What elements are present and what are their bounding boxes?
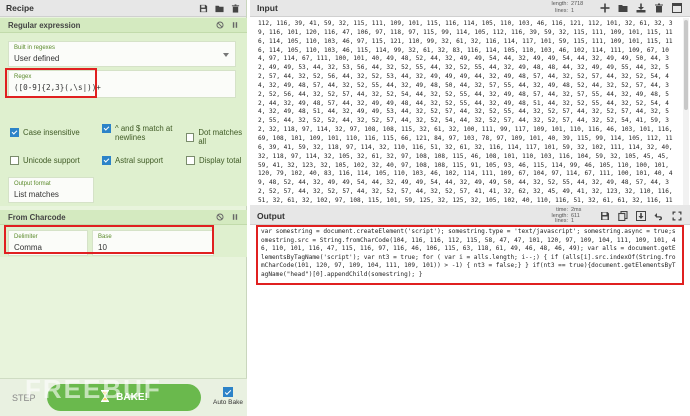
input-textarea[interactable]: 112, 116, 39, 41, 59, 32, 115, 111, 109,… (250, 18, 682, 212)
charcode-op-title: From Charcode (8, 212, 66, 222)
checkbox-checked-icon (223, 387, 233, 397)
builtin-regex-value: User defined (14, 54, 60, 63)
auto-bake-checkbox[interactable]: Auto Bake (213, 387, 243, 406)
fullscreen-icon[interactable] (672, 211, 682, 221)
checkbox-unchecked-icon (10, 156, 19, 165)
charcode-op-header: From Charcode (0, 210, 247, 225)
folder-icon[interactable] (215, 4, 224, 13)
chevron-down-icon (223, 53, 229, 57)
regex-input[interactable]: Regex ([0-9]{2,3}(,\s|))+ (8, 70, 236, 98)
undo-icon[interactable] (654, 211, 664, 221)
input-length-label: length: (551, 1, 568, 7)
dot-matches-all-label: Dot matches all (198, 128, 243, 146)
open-folder-icon[interactable] (618, 3, 628, 13)
input-header: Input length: 2718 lines: 1 (250, 0, 690, 17)
unicode-support-label: Unicode support (23, 156, 80, 165)
astral-support-checkbox[interactable]: Astral support (102, 156, 163, 165)
base-input[interactable]: Base 10 (92, 230, 214, 256)
layout-icon[interactable] (672, 3, 682, 13)
input-lines-label: lines: (555, 7, 568, 14)
regex-value: ([0-9]{2,3}(,\s|))+ (14, 83, 101, 92)
recipe-header: Recipe (0, 0, 246, 17)
regex-op-title: Regular expression (8, 20, 81, 30)
pause-icon[interactable] (231, 213, 239, 221)
display-total-label: Display total (199, 156, 242, 165)
scrollbar-thumb[interactable] (684, 20, 688, 110)
checkbox-unchecked-icon (186, 156, 195, 165)
output-title: Output (257, 211, 285, 221)
trash-icon[interactable] (231, 3, 240, 13)
output-format-value: List matches (14, 190, 59, 199)
regex-op-header: Regular expression (0, 18, 247, 33)
multiline-checkbox[interactable]: ^ and $ match at newlines (102, 124, 185, 142)
builtin-regex-select[interactable]: Built in regexes User defined (8, 41, 236, 67)
bake-label: BAKE! (116, 392, 148, 403)
regex-operation: Regular expression Built in regexes User… (0, 18, 247, 206)
multiline-label: ^ and $ match at newlines (115, 124, 173, 142)
auto-bake-label: Auto Bake (213, 399, 243, 406)
disable-icon[interactable] (216, 21, 224, 29)
input-title: Input (257, 3, 278, 13)
checkbox-checked-icon (102, 156, 111, 165)
trash-icon[interactable] (654, 3, 664, 13)
step-button[interactable]: STEP (12, 393, 36, 403)
hourglass-icon (100, 390, 110, 405)
recipe-title: Recipe (6, 3, 34, 13)
import-icon[interactable] (636, 3, 646, 13)
output-header: Output time: 2ms length: 611 lines: 1 (250, 207, 690, 225)
checkbox-unchecked-icon (186, 132, 195, 142)
from-charcode-operation: From Charcode Delimiter Comma Base 10 (0, 210, 247, 257)
delimiter-label: Delimiter (14, 234, 38, 240)
recipe-panel: Recipe Regular expression Built in regex… (0, 0, 247, 416)
output-format-label: Output format (14, 181, 51, 187)
save-icon[interactable] (600, 211, 610, 221)
checkbox-checked-icon (10, 128, 19, 137)
builtin-regex-label: Built in regexes (14, 45, 56, 51)
input-stats: length: 2718 lines: 1 (551, 1, 590, 14)
bake-bar: STEP BAKE! Auto Bake (0, 378, 247, 416)
astral-support-label: Astral support (115, 156, 164, 165)
case-insensitive-label: Case insensitive (23, 128, 80, 137)
disable-icon[interactable] (216, 213, 224, 221)
delimiter-value: Comma (14, 243, 43, 252)
output-format-select[interactable]: Output format List matches (8, 177, 94, 203)
regex-label: Regex (14, 74, 32, 80)
delimiter-select[interactable]: Delimiter Comma (8, 230, 88, 256)
input-scrollbar[interactable] (683, 18, 689, 213)
output-lines-label: lines: (555, 218, 568, 224)
bake-button[interactable]: BAKE! (47, 384, 201, 411)
plus-icon[interactable] (600, 3, 610, 13)
checkbox-checked-icon (102, 124, 111, 133)
replace-input-icon[interactable] (636, 211, 646, 221)
unicode-support-checkbox[interactable]: Unicode support (10, 156, 80, 165)
base-value: 10 (98, 243, 107, 252)
case-insensitive-checkbox[interactable]: Case insensitive (10, 128, 80, 137)
dot-matches-all-checkbox[interactable]: Dot matches all (186, 128, 247, 146)
output-textarea[interactable]: var somestring = document.createElement(… (256, 225, 684, 285)
pause-icon[interactable] (231, 21, 239, 29)
base-label: Base (98, 234, 112, 240)
output-lines-value: 1 (571, 218, 575, 224)
output-stats: time: 2ms length: 611 lines: 1 (551, 207, 590, 225)
save-icon[interactable] (199, 4, 208, 13)
copy-icon[interactable] (618, 211, 628, 221)
display-total-checkbox[interactable]: Display total (186, 156, 241, 165)
input-lines-value: 1 (571, 7, 575, 14)
